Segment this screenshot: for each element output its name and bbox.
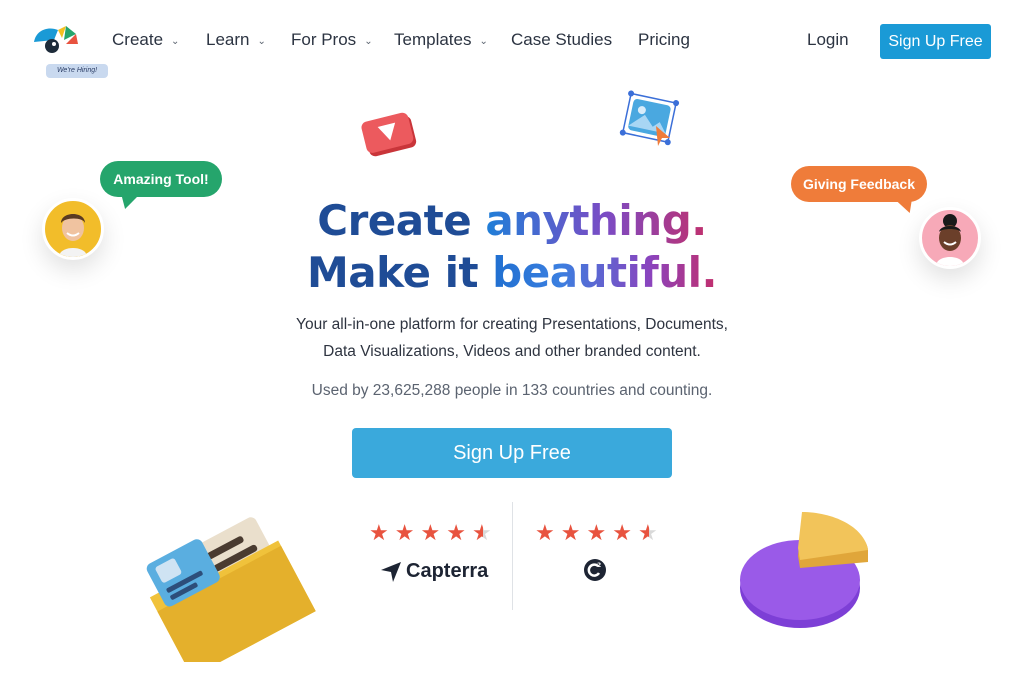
star-icon: ★ [586,520,607,545]
nav-templates[interactable]: Templates ⌄ [394,30,488,50]
nav-for-pros[interactable]: For Pros ⌄ [291,30,373,50]
nav-learn[interactable]: Learn ⌄ [206,30,266,50]
capterra-arrow-icon [381,561,401,582]
top-navigation: We're Hiring! Create ⌄ Learn ⌄ For Pros … [0,0,1024,84]
chevron-down-icon: ⌄ [171,35,180,47]
logo[interactable]: We're Hiring! [32,24,112,80]
svg-text:2: 2 [597,562,601,569]
pie-chart-illustration-icon [740,512,868,628]
g2-rating: ★ ★ ★ ★ ★ [535,522,658,544]
headline-anything: anything. [485,196,707,245]
star-icon: ★ [446,520,466,545]
headline-beautiful: beautiful. [492,248,717,297]
half-star-icon: ★ [471,520,492,545]
star-icon: ★ [420,520,441,545]
hero-subtitle: Your all-in-one platform for creating Pr… [0,311,1024,365]
signup-cta-button[interactable]: Sign Up Free [352,428,672,478]
chevron-down-icon: ⌄ [479,35,488,47]
nav-create-label: Create [112,30,164,49]
capterra-logo[interactable]: Capterra [380,560,488,583]
folder-illustration-icon [146,517,316,662]
hero-headline-line2: Make it beautiful. [0,248,1024,297]
half-star-icon: ★ [637,520,658,545]
hero-headline-line1: Create anything. [0,196,1024,245]
nav-learn-label: Learn [206,30,250,49]
star-icon: ★ [369,520,389,545]
login-link[interactable]: Login [807,30,849,50]
subtitle-line1: Your all-in-one platform for creating Pr… [296,316,728,333]
nav-create[interactable]: Create ⌄ [112,30,179,50]
video-play-icon [361,112,417,157]
nav-templates-label: Templates [394,30,472,49]
nav-pricing-label: Pricing [638,30,690,49]
image-edit-icon [619,90,680,146]
chevron-down-icon: ⌄ [257,35,266,47]
capterra-rating: ★ ★ ★ ★ ★ [369,522,492,544]
nav-case-studies[interactable]: Case Studies [511,30,612,50]
hiring-badge[interactable]: We're Hiring! [46,64,108,78]
subtitle-line2: Data Visualizations, Videos and other br… [323,343,701,360]
nav-for-pros-label: For Pros [291,30,357,49]
usage-stat: Used by 23,625,288 people in 133 countri… [311,382,713,399]
divider [512,502,513,610]
testimonial-bubble-left: Amazing Tool! [100,161,222,197]
g2-logo-icon[interactable]: 2 [583,558,607,582]
nav-case-studies-label: Case Studies [511,30,613,49]
star-icon: ★ [612,520,632,545]
chevron-down-icon: ⌄ [364,35,373,47]
capterra-wordmark: Capterra [406,560,489,582]
nav-pricing[interactable]: Pricing [638,30,690,50]
signup-button-top[interactable]: Sign Up Free [880,24,991,59]
star-icon: ★ [560,520,581,545]
star-icon: ★ [535,520,555,545]
star-icon: ★ [394,520,415,545]
brand-logo-icon [34,26,78,53]
headline-create: Create [317,196,486,245]
headline-make-it: Make it [307,248,493,297]
